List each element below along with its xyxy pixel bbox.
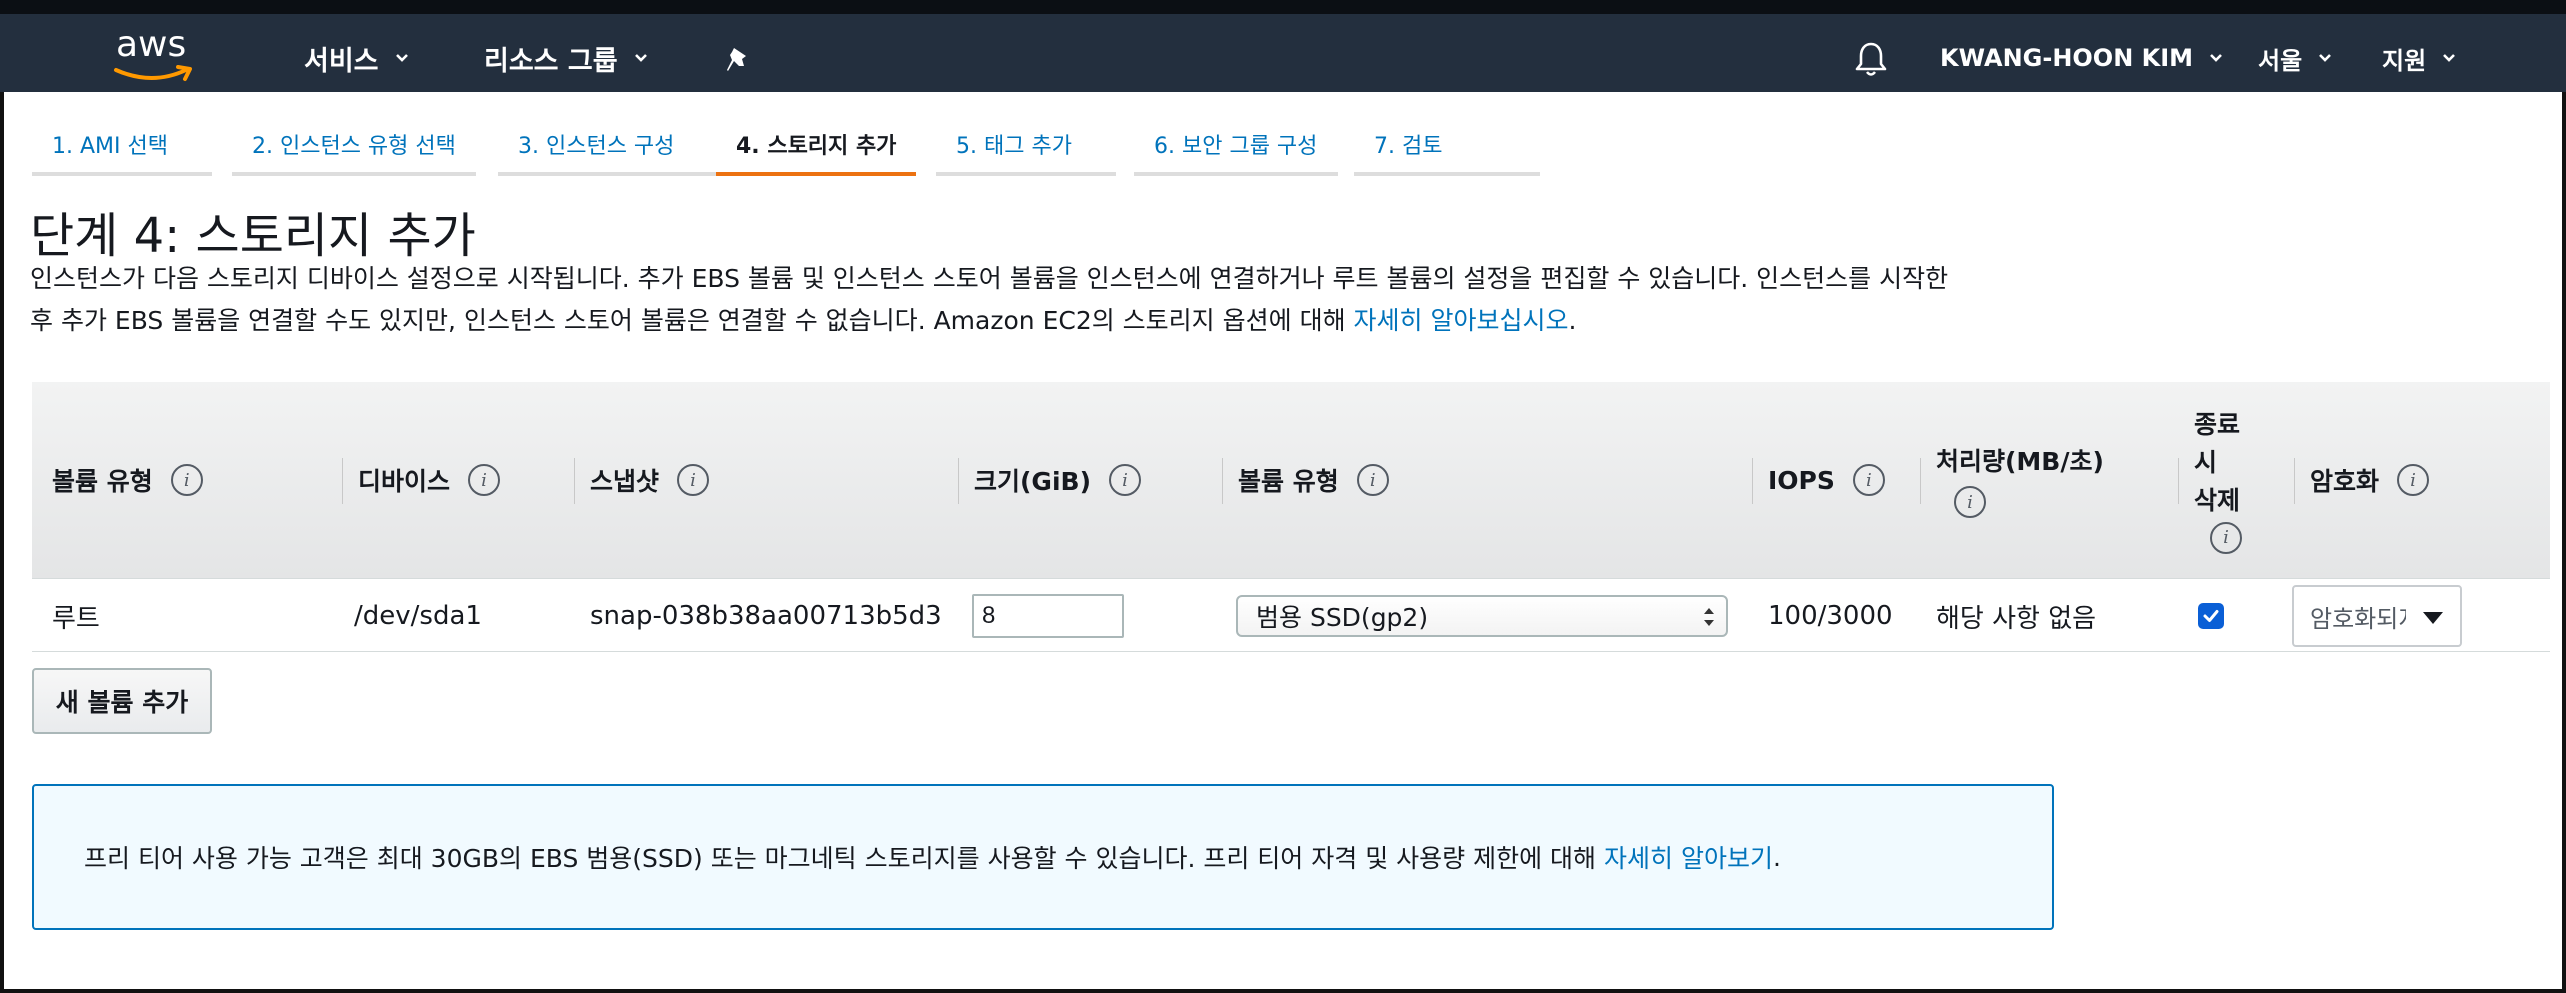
encryption-select[interactable]: 암호화되지 않음 xyxy=(2292,585,2462,647)
cell-ebs-volume-type: 범용 SSD(gp2) xyxy=(1236,579,1728,653)
cell-size xyxy=(972,579,1124,653)
services-menu-label: 서비스 xyxy=(304,45,379,77)
tab-configure-instance[interactable]: 3. 인스턴스 구성 xyxy=(498,120,720,176)
resource-groups-menu-label: 리소스 그룹 xyxy=(484,45,618,77)
encryption-selected: 암호화되지 않음 xyxy=(2310,604,2406,633)
tab-review[interactable]: 7. 검토 xyxy=(1354,120,1540,176)
page-description: 인스턴스가 다음 스토리지 디바이스 설정으로 시작됩니다. 추가 EBS 볼륨… xyxy=(30,258,2110,342)
header-label: IOPS xyxy=(1768,465,1835,495)
notice-end: . xyxy=(1773,842,1781,872)
aws-logo-text: aws xyxy=(116,24,187,65)
cell-device: /dev/sda1 xyxy=(354,601,482,631)
description-line-2-text: 후 추가 EBS 볼륨을 연결할 수도 있지만, 인스턴스 스토어 볼륨은 연결… xyxy=(30,306,1354,335)
checkmark-icon xyxy=(2203,610,2219,622)
header-label: 볼륨 유형 xyxy=(52,467,153,496)
support-menu[interactable]: 지원 xyxy=(2382,38,2456,78)
header-volume-type: 볼륨 유형 i xyxy=(52,382,203,578)
header-encryption: 암호화 i xyxy=(2293,382,2430,578)
description-line-1: 인스턴스가 다음 스토리지 디바이스 설정으로 시작됩니다. 추가 EBS 볼륨… xyxy=(30,264,1949,293)
tab-add-storage[interactable]: 4. 스토리지 추가 xyxy=(716,120,916,176)
tab-label: 5. 태그 추가 xyxy=(956,134,1072,159)
info-icon[interactable]: i xyxy=(170,464,203,496)
info-icon[interactable]: i xyxy=(1852,464,1885,496)
delete-on-termination-checkbox[interactable] xyxy=(2198,603,2224,629)
tab-label: 6. 보안 그룹 구성 xyxy=(1154,134,1318,159)
header-label: 종료 xyxy=(2194,410,2241,439)
cell-throughput: 해당 사항 없음 xyxy=(1936,603,2097,634)
user-menu-label: KWANG-HOON KIM xyxy=(1940,44,2194,72)
chevron-down-icon xyxy=(2319,54,2332,62)
cell-iops: 100/3000 xyxy=(1768,601,1893,631)
add-new-volume-button[interactable]: 새 볼륨 추가 xyxy=(32,668,212,734)
storage-table: 볼륨 유형 i 디바이스 i 스냅샷 i 크기(GiB) i 볼륨 유형 i IOPS i … xyxy=(32,382,2550,652)
size-input[interactable] xyxy=(972,594,1124,638)
chevron-down-icon xyxy=(395,54,408,62)
cell-volume-type: 루트 xyxy=(52,603,100,634)
header-label: 디바이스 xyxy=(358,467,451,496)
header-device: 디바이스 i xyxy=(341,382,501,578)
services-menu[interactable]: 서비스 xyxy=(304,38,409,78)
notice-learn-more-link[interactable]: 자세히 알아보기 xyxy=(1604,839,1773,875)
bell-icon[interactable] xyxy=(1853,40,1889,78)
tab-instance-type[interactable]: 2. 인스턴스 유형 선택 xyxy=(232,120,476,176)
header-label: 스냅샷 xyxy=(590,467,660,496)
tab-security-group[interactable]: 6. 보안 그룹 구성 xyxy=(1134,120,1338,176)
region-menu-label: 서울 xyxy=(2258,46,2303,75)
info-icon[interactable]: i xyxy=(1954,486,1986,518)
header-iops: IOPS i xyxy=(1752,382,1885,578)
aws-logo[interactable]: aws xyxy=(112,24,202,88)
region-menu[interactable]: 서울 xyxy=(2258,38,2332,78)
description-line-2: 후 추가 EBS 볼륨을 연결할 수도 있지만, 인스턴스 스토어 볼륨은 연결… xyxy=(30,300,2110,342)
header-label: 처리량(MB/초) xyxy=(1936,447,2104,476)
header-delete-on-termination: 종료 시 삭제 i xyxy=(2178,382,2242,578)
user-menu[interactable]: KWANG-HOON KIM xyxy=(1940,38,2223,78)
chevron-down-icon xyxy=(634,54,647,62)
page-title: 단계 4: 스토리지 추가 xyxy=(30,208,476,264)
tab-ami[interactable]: 1. AMI 선택 xyxy=(32,120,212,176)
header-size: 크기(GiB) i xyxy=(958,382,1141,578)
tab-label: 2. 인스턴스 유형 선택 xyxy=(252,134,456,159)
info-icon[interactable]: i xyxy=(2397,464,2430,496)
header-label: 시 xyxy=(2194,448,2218,477)
pin-icon[interactable] xyxy=(722,44,754,76)
info-icon[interactable]: i xyxy=(468,464,501,496)
info-icon[interactable]: i xyxy=(1109,464,1141,496)
chevron-down-icon xyxy=(2210,54,2222,62)
notice-text: 프리 티어 사용 가능 고객은 최대 30GB의 EBS 범용(SSD) 또는 … xyxy=(84,844,1597,873)
info-icon[interactable]: i xyxy=(2210,522,2242,554)
learn-more-link[interactable]: 자세히 알아보십시오 xyxy=(1354,306,1569,335)
chevron-down-icon xyxy=(2443,54,2456,62)
select-arrows-icon xyxy=(1704,608,1714,626)
info-icon[interactable]: i xyxy=(677,464,710,496)
header-snapshot: 스냅샷 i xyxy=(573,382,710,578)
resource-groups-menu[interactable]: 리소스 그룹 xyxy=(484,38,648,78)
volume-type-selected: 범용 SSD(gp2) xyxy=(1256,603,1429,632)
tab-label: 1. AMI 선택 xyxy=(52,134,168,159)
header-label: 암호화 xyxy=(2310,467,2380,496)
cell-delete-on-termination xyxy=(2198,579,2224,653)
volume-type-select[interactable]: 범용 SSD(gp2) xyxy=(1236,595,1728,637)
description-end: . xyxy=(1568,306,1577,335)
tab-label: 7. 검토 xyxy=(1374,134,1443,159)
header-ebs-volume-type: 볼륨 유형 i xyxy=(1222,382,1389,578)
table-header: 볼륨 유형 i 디바이스 i 스냅샷 i 크기(GiB) i 볼륨 유형 i IOPS i … xyxy=(32,382,2550,578)
support-menu-label: 지원 xyxy=(2382,46,2427,75)
table-row: 루트 /dev/sda1 snap-038b38aa00713b5d3 범용 S… xyxy=(32,578,2550,652)
tab-label: 4. 스토리지 추가 xyxy=(736,134,897,159)
cell-encryption: 암호화되지 않음 xyxy=(2292,579,2462,653)
aws-smile-icon xyxy=(114,65,192,81)
header-throughput: 처리량(MB/초) i xyxy=(1920,382,2104,578)
tab-label: 3. 인스턴스 구성 xyxy=(518,134,675,159)
caret-down-icon xyxy=(2423,612,2443,624)
header-label: 삭제 xyxy=(2194,486,2241,515)
header-label: 크기(GiB) xyxy=(974,467,1091,496)
free-tier-notice: 프리 티어 사용 가능 고객은 최대 30GB의 EBS 범용(SSD) 또는 … xyxy=(32,784,2054,930)
info-icon[interactable]: i xyxy=(1356,464,1389,496)
top-navigation-bar: aws 서비스 리소스 그룹 KWANG-HOON KIM 서울 지원 xyxy=(0,0,2566,92)
cell-snapshot: snap-038b38aa00713b5d3 xyxy=(590,601,942,631)
header-label: 볼륨 유형 xyxy=(1238,467,1339,496)
tab-add-tags[interactable]: 5. 태그 추가 xyxy=(936,120,1116,176)
